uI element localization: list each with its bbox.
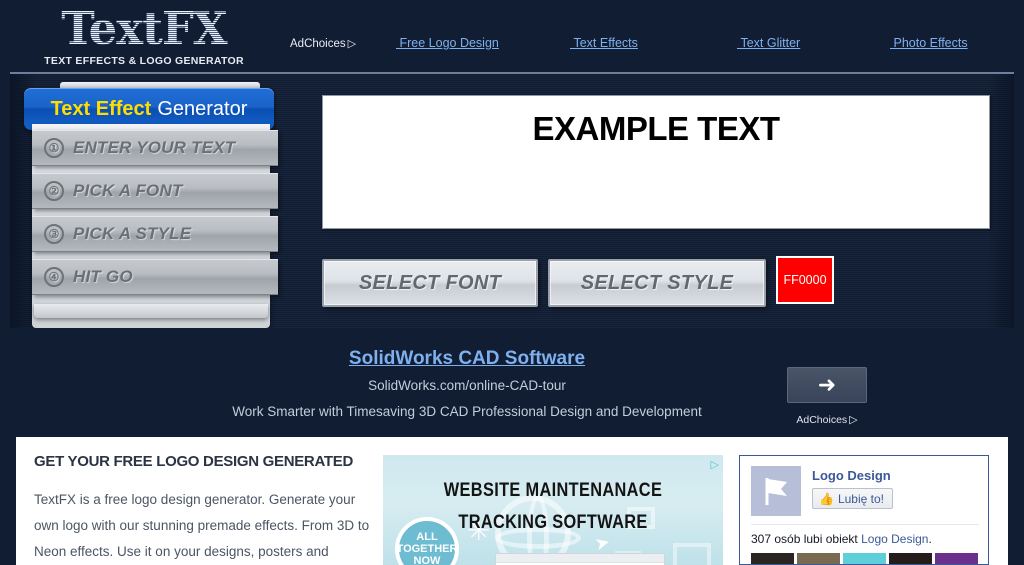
banner-badge-line-1: ALL <box>416 531 438 543</box>
generator-sidebar: Text Effect Generator ① ENTER YOUR TEXT … <box>20 82 278 328</box>
decoration-square-2 <box>673 543 711 565</box>
facebook-divider <box>751 524 979 525</box>
step-item-hit-go[interactable]: ④ HIT GO <box>32 259 278 295</box>
browser-titlebar-graphic <box>496 554 664 563</box>
facebook-like-count: 307 osób lubi obiekt Logo Design. <box>751 532 932 546</box>
text-preview-area[interactable]: EXAMPLE TEXT <box>322 95 990 229</box>
steps-panel: ① ENTER YOUR TEXT ② PICK A FONT ③ PICK A… <box>32 124 278 328</box>
facebook-friend-faces <box>751 553 978 564</box>
step-item-pick-a-style[interactable]: ③ PICK A STYLE <box>32 216 278 252</box>
step-item-pick-a-font[interactable]: ② PICK A FONT <box>32 173 278 209</box>
step-number-3: ③ <box>44 224 64 244</box>
facebook-header: Logo Design 👍 Lubię to! <box>740 456 988 518</box>
arrow-right-icon: ➜ <box>817 372 837 397</box>
page-root: TextFX TEXT EFFECTS & LOGO GENERATOR AdC… <box>0 0 1024 565</box>
nav-link-photo-effects[interactable]: Photo Effects <box>890 36 967 50</box>
select-style-button[interactable]: SELECT STYLE <box>548 259 766 307</box>
step-label-4: HIT GO <box>73 267 133 286</box>
select-font-button[interactable]: SELECT FONT <box>322 259 538 307</box>
step-label-1: ENTER YOUR TEXT <box>73 138 236 157</box>
nav-link-text-effects[interactable]: Text Effects <box>570 36 637 50</box>
facebook-like-box: Logo Design 👍 Lubię to! 307 osób lubi ob… <box>739 455 989 565</box>
mid-ad-adchoices-arrow-icon: ▷ <box>849 414 858 426</box>
logo-tagline: TEXT EFFECTS & LOGO GENERATOR <box>44 55 244 67</box>
banner-badge-line-2: TOGETHER <box>396 543 458 555</box>
facebook-face-2 <box>797 553 840 564</box>
display-banner-ad[interactable]: ✳ ➤ WEBSITE MAINTENANACE TRACKING SOFTWA… <box>383 455 723 565</box>
adchoices-header-label: AdChoices <box>290 38 346 50</box>
preview-text: EXAMPLE TEXT <box>532 110 780 147</box>
banner-adchoices-icon[interactable]: ▷ <box>711 458 719 471</box>
step-label-3: PICK A STYLE <box>73 224 192 243</box>
select-style-label: SELECT STYLE <box>580 271 734 294</box>
generator-title-rest: Generator <box>157 97 248 120</box>
mid-text-ad: SolidWorks CAD Software SolidWorks.com/o… <box>0 330 1024 437</box>
facebook-page-name[interactable]: Logo Design <box>812 468 891 483</box>
nav-link-text-glitter[interactable]: Text Glitter <box>737 36 800 50</box>
mid-ad-arrow-button[interactable]: ➜ <box>787 367 867 403</box>
facebook-like-button[interactable]: 👍 Lubię to! <box>812 488 893 509</box>
site-logo[interactable]: TextFX TEXT EFFECTS & LOGO GENERATOR <box>38 4 250 68</box>
nav-link-free-logo-design[interactable]: Free Logo Design <box>396 36 498 50</box>
step-label-2: PICK A FONT <box>73 181 183 200</box>
generator-title-accent: Text Effect <box>50 97 152 120</box>
color-swatch-value: FF0000 <box>783 273 827 287</box>
banner-badge-line-3: NOW <box>413 555 441 565</box>
site-header: TextFX TEXT EFFECTS & LOGO GENERATOR AdC… <box>0 0 1024 72</box>
facebook-face-1 <box>751 553 794 564</box>
flag-icon <box>765 478 787 505</box>
facebook-face-5 <box>935 553 978 564</box>
content-heading: GET YOUR FREE LOGO DESIGN GENERATED <box>34 453 353 470</box>
facebook-count-suffix: . <box>928 532 932 546</box>
panel-right-shade <box>988 74 1014 328</box>
content-body-text: TextFX is a free logo design generator. … <box>34 492 370 559</box>
generator-panel: Text Effect Generator ① ENTER YOUR TEXT … <box>10 72 1014 328</box>
facebook-count-link[interactable]: Logo Design <box>861 532 928 546</box>
facebook-count-prefix: 307 osób lubi obiekt <box>751 532 862 546</box>
color-swatch-button[interactable]: FF0000 <box>776 256 834 304</box>
facebook-face-3 <box>843 553 886 564</box>
sidebar-bottom-tab <box>34 304 268 318</box>
step-item-enter-your-text[interactable]: ① ENTER YOUR TEXT <box>32 130 278 166</box>
browser-window-graphic <box>495 553 665 565</box>
avatar <box>751 466 801 516</box>
mid-ad-adchoices-label: AdChoices <box>796 414 848 426</box>
facebook-like-label: Lubię to! <box>837 491 884 506</box>
mid-ad-adchoices[interactable]: AdChoices ▷ <box>787 413 867 426</box>
adchoices-arrow-icon: ▷ <box>347 38 357 50</box>
step-number-1: ① <box>44 138 64 158</box>
step-number-4: ④ <box>44 267 64 287</box>
main-content-area: GET YOUR FREE LOGO DESIGN GENERATED Text… <box>16 437 1008 565</box>
step-number-2: ② <box>44 181 64 201</box>
logo-title: TextFX <box>38 4 250 54</box>
facebook-face-4 <box>889 553 932 564</box>
thumbs-up-icon: 👍 <box>819 491 834 506</box>
adchoices-header[interactable]: AdChoices ▷ <box>290 37 356 50</box>
select-font-label: SELECT FONT <box>358 271 502 294</box>
